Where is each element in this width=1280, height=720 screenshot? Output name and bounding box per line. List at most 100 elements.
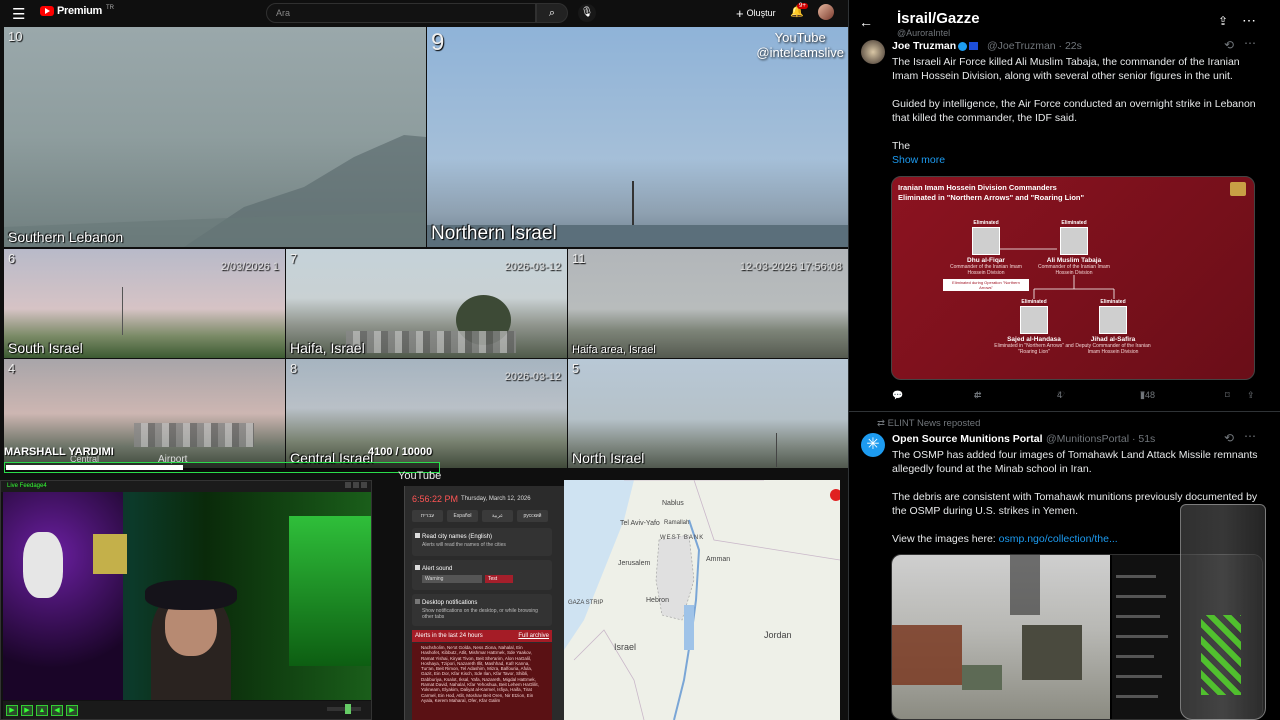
- author-name-text: Joe Truzman: [892, 40, 957, 52]
- debris-photo[interactable]: [892, 555, 1110, 719]
- microphone-icon: 🎙: [580, 7, 594, 18]
- create-label: Oluştur: [746, 8, 776, 18]
- reply-icon[interactable]: 💬: [892, 390, 903, 401]
- camera-feed-south-israel: 6 2/03/2026 1 South Israel: [4, 249, 285, 358]
- close-button[interactable]: [361, 482, 367, 488]
- goal-target: 10000: [401, 446, 433, 458]
- camera-label: Haifa, Israel: [290, 340, 365, 356]
- option-description: Alerts will read the names of the cities: [422, 542, 506, 548]
- language-russian-button[interactable]: русский: [517, 510, 548, 522]
- grok-icon[interactable]: ⟲: [1224, 38, 1234, 52]
- option-description: Show notifications on the desktop, or wh…: [422, 608, 538, 620]
- debris-shape: [962, 665, 1002, 690]
- maximize-button[interactable]: [353, 482, 359, 488]
- camera-number: 8: [290, 361, 298, 376]
- figure-statue: [23, 532, 63, 598]
- share-icon[interactable]: ⇪: [1247, 390, 1255, 401]
- next-button[interactable]: ▶: [66, 704, 78, 716]
- tweet-author-handle[interactable]: @MunitionsPortal: [1046, 433, 1129, 445]
- play-button-2[interactable]: ▶: [21, 704, 33, 716]
- more-options-icon[interactable]: ⋯: [1242, 12, 1256, 29]
- camera-number: 10: [8, 29, 23, 44]
- map-label-jerusalem: Jerusalem: [618, 560, 651, 567]
- youtube-logo[interactable]: Premium TR: [40, 5, 114, 17]
- antenna-mast: [632, 181, 634, 227]
- goal-progress-fill: [6, 465, 184, 470]
- tweet-more-icon[interactable]: ⋯: [1244, 36, 1256, 50]
- repost-indicator[interactable]: ⇄ ELINT News reposted: [877, 418, 980, 429]
- city-names-checkbox[interactable]: [415, 533, 420, 538]
- back-arrow-icon[interactable]: ←: [859, 14, 873, 30]
- doc-row: [1116, 655, 1154, 658]
- person-name: Dhu al-Fiqar: [967, 257, 1005, 264]
- person-card: Eliminated Jihad al-Safira Deputy Comman…: [1070, 299, 1156, 355]
- search-input[interactable]: Ara: [266, 3, 536, 23]
- tweet-author-avatar[interactable]: ✳: [861, 433, 885, 457]
- option-label: Read city names (English): [422, 534, 493, 540]
- previous-button[interactable]: ◀: [51, 704, 63, 716]
- show-more-link[interactable]: Show more: [892, 153, 1262, 167]
- webcam-title: Live Feedage4: [7, 483, 47, 489]
- list-owner-handle[interactable]: @AuroraIntel: [897, 28, 950, 38]
- account-avatar[interactable]: [818, 4, 834, 20]
- alert-sound-select[interactable]: Warning: [422, 575, 482, 583]
- alert-map[interactable]: Tel Aviv-Yafo WEST BANK Amman Jerusalem …: [564, 480, 840, 720]
- verified-badge-icon: [958, 41, 968, 51]
- tweet-author-handle[interactable]: @JoeTruzman: [987, 40, 1056, 52]
- play-button[interactable]: ▶: [6, 704, 18, 716]
- tweet-more-icon[interactable]: ⋯: [1244, 429, 1256, 443]
- alert-sound-checkbox[interactable]: [415, 565, 420, 570]
- language-hebrew-button[interactable]: עברית: [412, 510, 443, 522]
- reposted-by-text: ELINT News reposted: [887, 418, 981, 429]
- person-card: Eliminated Ali Muslim Tabaja Commander o…: [1031, 220, 1117, 276]
- tweet-author-avatar[interactable]: [861, 40, 885, 64]
- create-button[interactable]: + Oluştur: [736, 4, 776, 22]
- streamer-headphones: [145, 580, 237, 610]
- camera-number: 5: [572, 361, 580, 376]
- search-button[interactable]: ⌕: [536, 3, 568, 23]
- view-count: 748: [1140, 390, 1156, 400]
- option-label: Alert sound: [422, 566, 453, 572]
- tweet-time[interactable]: 22s: [1065, 40, 1082, 52]
- option-row: Desktop notifications Show notifications…: [415, 599, 549, 620]
- tweet-author-name[interactable]: Open Source Munitions Portal: [892, 433, 1043, 445]
- map-shapes: [564, 480, 840, 720]
- tweet-meta: @JoeTruzman · 22s: [987, 40, 1082, 52]
- tweet-paragraph: The Israeli Air Force killed Ali Muslim …: [892, 56, 1240, 82]
- language-spanish-button[interactable]: Español: [447, 510, 478, 522]
- map-label-israel: Israel: [614, 642, 637, 652]
- youtube-topbar: ☰ Premium TR Ara ⌕ 🎙 + Oluştur 🔔 9+: [0, 0, 848, 26]
- person-name: Ali Muslim Tabaja: [1046, 257, 1102, 264]
- tweet-time[interactable]: 51s: [1138, 433, 1155, 445]
- eject-button[interactable]: ▲: [36, 704, 48, 716]
- person-name: Jihad al-Safira: [1090, 336, 1136, 343]
- screen: ☰ Premium TR Ara ⌕ 🎙 + Oluştur 🔔 9+ 10 S…: [0, 0, 1280, 720]
- tweet-body: The Israeli Air Force killed Ali Muslim …: [892, 55, 1262, 167]
- hamburger-menu-icon[interactable]: ☰: [12, 5, 25, 23]
- share-icon[interactable]: ⇪: [1218, 14, 1228, 28]
- option-desktop-notifications: Desktop notifications Show notifications…: [412, 594, 552, 626]
- osmp-link[interactable]: osmp.ngo/collection/the...: [999, 533, 1118, 545]
- minimize-button[interactable]: [345, 482, 351, 488]
- camera-number: 11: [572, 251, 586, 266]
- infographic-image[interactable]: Iranian Imam Hossein Division Commanders…: [891, 176, 1255, 380]
- volume-slider[interactable]: [327, 704, 361, 714]
- map-label-jordan: Jordan: [764, 630, 792, 640]
- volume-slider-handle[interactable]: [345, 704, 351, 714]
- language-arabic-button[interactable]: عربية: [482, 510, 513, 522]
- camera-feed-haifa-area: 11 12-03-2026 17:56:08 Haifa area, Israe…: [568, 249, 848, 358]
- grok-icon[interactable]: ⟲: [1224, 431, 1234, 445]
- webcam-controls: ▶ ▶ ▲ ◀ ▶: [3, 701, 371, 719]
- doc-row: [1116, 675, 1162, 678]
- desktop-notifications-checkbox[interactable]: [415, 599, 420, 604]
- bookmark-icon[interactable]: ⌑: [1225, 390, 1230, 401]
- watermark-handle: @intelcamslive: [756, 45, 844, 60]
- camera-label: South Israel: [8, 340, 83, 356]
- person-legs: [1010, 555, 1040, 615]
- eliminated-tag: Eliminated: [1061, 220, 1087, 226]
- map-label-tel-aviv: Tel Aviv-Yafo: [620, 520, 660, 527]
- full-archive-link[interactable]: Full archive: [518, 633, 549, 639]
- tweet-author-name[interactable]: Joe Truzman: [892, 40, 979, 52]
- test-sound-button[interactable]: Test: [485, 575, 513, 583]
- voice-search-button[interactable]: 🎙: [578, 4, 596, 22]
